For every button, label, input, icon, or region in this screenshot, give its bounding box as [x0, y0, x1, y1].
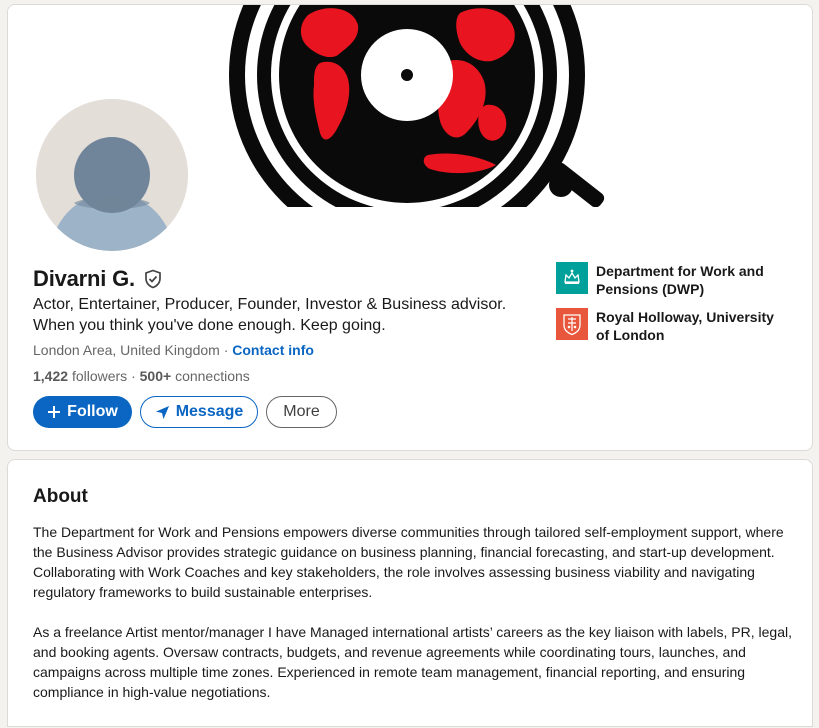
profile-avatar[interactable]	[36, 99, 188, 251]
location-text: London Area, United Kingdom	[33, 342, 220, 358]
about-paragraph-2: As a freelance Artist mentor/manager I h…	[33, 624, 792, 700]
plus-icon	[47, 405, 61, 419]
about-text: The Department for Work and Pensions emp…	[33, 522, 793, 702]
shield-check-icon[interactable]	[143, 269, 163, 289]
profile-actions: Follow Message More	[33, 396, 337, 428]
about-paragraph-1: The Department for Work and Pensions emp…	[33, 524, 784, 600]
connections-label[interactable]: connections	[175, 368, 250, 384]
connections-separator: ·	[131, 368, 136, 384]
about-card: About The Department for Work and Pensio…	[7, 459, 813, 727]
org-item-royal-holloway[interactable]: Royal Holloway, University of London	[556, 308, 796, 344]
message-button[interactable]: Message	[140, 396, 258, 428]
dwp-crest-logo-icon	[556, 262, 588, 294]
org-name-royal-holloway: Royal Holloway, University of London	[596, 309, 774, 343]
follow-button[interactable]: Follow	[33, 396, 132, 428]
followers-count: 1,422	[33, 368, 69, 384]
headline-line-2: When you think you've done enough. Keep …	[33, 317, 386, 334]
headline-line-1: Actor, Entertainer, Producer, Founder, I…	[33, 296, 507, 313]
follow-label: Follow	[67, 403, 118, 420]
location-separator: ·	[223, 342, 229, 358]
followers-label[interactable]: followers	[72, 368, 127, 384]
royal-holloway-crest-logo-icon	[556, 308, 588, 340]
name-row: Divarni G.	[33, 266, 163, 292]
profile-card: Divarni G. Actor, Entertainer, Producer,…	[7, 4, 813, 451]
profile-headline: Actor, Entertainer, Producer, Founder, I…	[33, 294, 533, 336]
connections-count: 500+	[139, 368, 172, 384]
message-label: Message	[175, 403, 244, 420]
contact-info-link[interactable]: Contact info	[232, 342, 314, 358]
more-button[interactable]: More	[266, 396, 337, 428]
stats-row: 1,422 followers · 500+ connections	[33, 368, 250, 384]
paper-plane-icon	[155, 405, 170, 420]
more-label: More	[283, 403, 320, 420]
about-heading: About	[33, 486, 88, 507]
org-name-dwp: Department for Work and Pensions (DWP)	[596, 263, 764, 297]
org-item-dwp[interactable]: Department for Work and Pensions (DWP)	[556, 262, 796, 298]
organizations-list: Department for Work and Pensions (DWP) R…	[556, 262, 796, 354]
location-row: London Area, United Kingdom · Contact in…	[33, 342, 314, 358]
default-person-icon	[36, 99, 188, 251]
profile-name: Divarni G.	[33, 266, 135, 291]
